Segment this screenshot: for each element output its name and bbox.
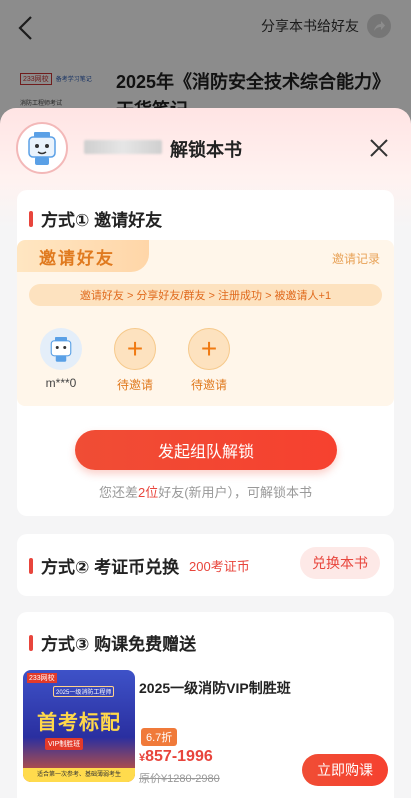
close-icon[interactable]	[367, 136, 391, 160]
course-cover-image[interactable]: 233网校 2025一级消防工程师 首考标配 VIP制胜班 适合第一次参考、基础…	[23, 670, 135, 782]
section-marker	[29, 557, 33, 574]
robot-avatar	[16, 122, 68, 174]
invite-slot-filled: m***0	[37, 328, 85, 390]
exchange-book-button[interactable]: 兑换本书	[300, 547, 380, 579]
section-marker	[29, 210, 33, 227]
course-method-card: 方式③ 购课免费赠送 233网校 2025一级消防工程师 首考标配 VIP制胜班…	[17, 612, 394, 798]
coin-cost: 200考证币	[189, 559, 250, 574]
team-unlock-button[interactable]: 发起组队解锁	[75, 430, 337, 470]
pending-label: 待邀请	[190, 378, 227, 392]
discount-badge: 6.7折	[141, 728, 178, 746]
coin-method-card: 方式② 考证币兑换 200考证币 兑换本书	[17, 534, 394, 596]
section-marker	[29, 634, 33, 651]
invite-panel: 邀请好友 邀请记录 邀请好友 > 分享好友/群友 > 注册成功 > 被邀请人+1…	[17, 240, 394, 406]
invite-slot-empty[interactable]: + 待邀请	[111, 328, 159, 393]
add-icon: +	[114, 328, 156, 370]
course-price: ¥857-1996	[139, 748, 213, 765]
unlock-hint: 您还差2位好友(新用户），可解锁本书	[98, 485, 313, 500]
method3-title: 方式③ 购课免费赠送	[29, 630, 196, 655]
buy-course-button[interactable]: 立即购课	[302, 754, 388, 786]
add-icon: +	[188, 328, 230, 370]
masked-username	[84, 140, 162, 154]
invite-slot-empty[interactable]: + 待邀请	[185, 328, 233, 393]
unlock-sheet: 解锁本书 方式① 邀请好友 邀请好友 邀请记录 邀请好友 > 分享好友/群友 >…	[0, 108, 411, 798]
course-name[interactable]: 2025一级消防VIP制胜班	[139, 678, 291, 698]
invited-user-name: m***0	[45, 376, 77, 390]
pending-label: 待邀请	[116, 378, 153, 392]
original-price: 原价¥1280-2980	[139, 773, 220, 785]
method1-title: 方式① 邀请好友	[29, 206, 162, 231]
invite-tab: 邀请好友	[17, 240, 149, 272]
sheet-title: 解锁本书	[170, 140, 242, 160]
invite-record-link[interactable]: 邀请记录	[332, 250, 380, 267]
remaining-count: 2位	[137, 485, 159, 500]
invite-steps: 邀请好友 > 分享好友/群友 > 注册成功 > 被邀请人+1	[29, 284, 382, 306]
method2-title: 方式② 考证币兑换	[29, 553, 179, 578]
sheet-header: 解锁本书	[16, 122, 395, 178]
user-avatar	[40, 328, 82, 370]
invite-method-card: 方式① 邀请好友 邀请好友 邀请记录 邀请好友 > 分享好友/群友 > 注册成功…	[17, 190, 394, 516]
